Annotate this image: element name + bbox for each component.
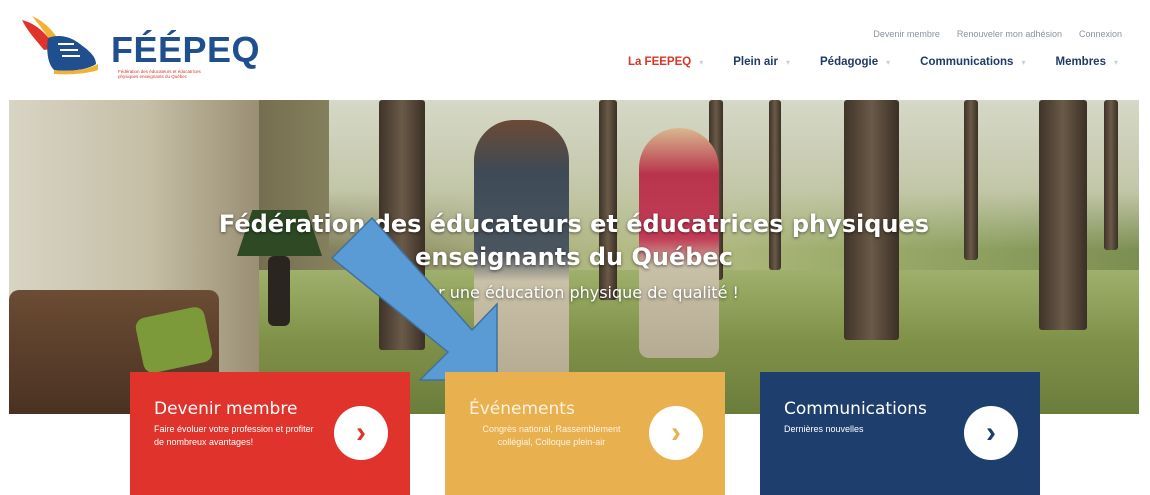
nav-item-la-feepeq[interactable]: La FEEPEQ ▾: [628, 56, 703, 68]
running-shoe-logo-icon: [22, 16, 98, 75]
nav-item-plein-air[interactable]: Plein air ▾: [733, 56, 790, 68]
nav-item-label: Pédagogie: [820, 56, 879, 68]
card-communications[interactable]: Communications Dernières nouvelles ›: [760, 372, 1040, 495]
site-header: FÉÉPEQ Fédération des éducateurs et éduc…: [0, 0, 1150, 96]
card-devenir-membre[interactable]: Devenir membre Faire évoluer votre profe…: [130, 372, 410, 495]
logo-subtitle: Fédération des éducateurs et éducatrices…: [118, 69, 228, 79]
hero-banner: Fédération des éducateurs et éducatrices…: [9, 100, 1139, 414]
card-title: Communications: [784, 399, 927, 419]
utility-link-devenir-membre[interactable]: Devenir membre: [873, 29, 940, 39]
chevron-down-icon: ▾: [1021, 57, 1026, 67]
hero-tagline: Pour une éducation physique de qualité !: [409, 283, 739, 302]
chevron-down-icon: ▾: [1113, 57, 1118, 67]
hero-title: Fédération des éducateurs et éducatrices…: [9, 208, 1139, 274]
feepeq-logo[interactable]: FÉÉPEQ Fédération des éducateurs et éduc…: [18, 14, 260, 79]
card-description: Congrès national, Rassemblement collégia…: [482, 424, 621, 447]
nav-item-label: Plein air: [733, 56, 778, 68]
nav-item-label: Communications: [920, 56, 1014, 68]
nav-item-membres[interactable]: Membres ▾: [1055, 56, 1118, 68]
utility-link-connexion[interactable]: Connexion: [1079, 29, 1122, 39]
nav-item-pedagogie[interactable]: Pédagogie ▾: [820, 56, 890, 68]
hero-title-line: enseignants du Québec: [415, 243, 733, 271]
chevron-right-icon[interactable]: ›: [964, 406, 1018, 460]
utility-link-renouveler[interactable]: Renouveler mon adhésion: [957, 29, 1062, 39]
chevron-down-icon: ▾: [886, 57, 891, 67]
nav-item-label: Membres: [1055, 56, 1106, 68]
card-description: Faire évoluer votre profession et profit…: [154, 424, 314, 447]
card-description: Dernières nouvelles: [784, 424, 864, 434]
card-evenements[interactable]: Événements Congrès national, Rassembleme…: [445, 372, 725, 495]
card-title: Événements: [469, 399, 575, 419]
nav-item-label: La FEEPEQ: [627, 56, 692, 68]
nav-item-communications[interactable]: Communications ▾: [920, 56, 1025, 68]
chevron-down-icon: ▾: [699, 57, 704, 67]
chevron-right-icon[interactable]: ›: [649, 406, 703, 460]
chevron-down-icon: ▾: [785, 57, 790, 67]
main-nav: La FEEPEQ ▾ Plein air ▾ Pédagogie ▾ Comm…: [598, 56, 1118, 68]
card-title: Devenir membre: [154, 399, 298, 419]
logo-wordmark: FÉÉPEQ: [111, 29, 261, 70]
chevron-right-icon[interactable]: ›: [334, 406, 388, 460]
hero-title-line: Fédération des éducateurs et éducatrices…: [218, 210, 930, 238]
utility-nav: Devenir membre Renouveler mon adhésion C…: [873, 29, 1122, 39]
logo-subtitle-line: physiques enseignants du Québec: [118, 74, 188, 79]
